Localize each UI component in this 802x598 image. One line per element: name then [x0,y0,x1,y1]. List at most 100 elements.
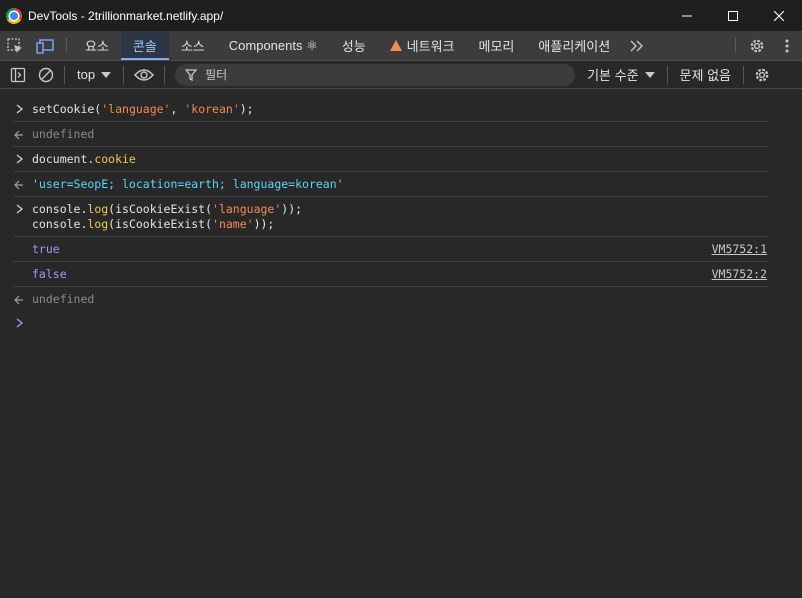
more-tabs-button[interactable] [622,31,652,60]
context-label: top [77,67,96,82]
context-selector[interactable]: top [69,67,119,82]
clear-console-button[interactable] [32,61,60,89]
maximize-icon [728,10,738,21]
issues-counter[interactable]: 문제 없음 [680,65,731,84]
toggle-sidebar-button[interactable] [4,61,32,89]
log-value: false [32,267,67,281]
return-arrow-icon [14,180,23,190]
maximize-button[interactable] [710,0,756,31]
dropdown-arrow-icon [644,71,655,78]
source-link[interactable]: VM5752:1 [712,242,767,257]
minimize-button[interactable] [664,0,710,31]
live-expression-button[interactable] [128,61,160,89]
result-value[interactable]: 'user=SeopE; location=earth; language=ko… [32,177,344,191]
console-settings-button[interactable] [748,61,776,89]
tab-network[interactable]: 네트워크 [378,31,467,60]
source-link[interactable]: VM5752:2 [712,267,767,282]
gear-icon [750,39,764,52]
tab-network-label: 네트워크 [406,39,455,54]
divider [64,65,65,84]
more-options-button[interactable] [772,31,802,60]
divider [123,65,125,84]
code-token: ); [239,102,254,116]
return-arrow-icon [14,130,23,140]
window-controls [664,0,802,31]
divider [735,38,736,53]
console-input-row: console.log(isCookieExist('language')); … [14,197,769,237]
code-token: console. [32,217,88,231]
prompt-chevron-icon [16,318,24,328]
code-string: 'korean' [184,102,240,116]
console-log-row: true VM5752:1 [14,237,769,262]
console-prompt-input[interactable] [14,311,802,331]
chevron-right-icon [16,104,24,114]
divider [666,65,668,84]
code-token: setCookie( [32,102,102,116]
console-result-row: undefined [14,287,769,311]
filter-placeholder: 필터 [205,68,228,82]
divider [66,38,67,53]
dropdown-arrow-icon [101,71,112,78]
result-value: undefined [32,292,95,306]
tab-components[interactable]: Components ⚛ [217,31,330,60]
console-log-row: false VM5752:2 [14,262,769,287]
settings-button[interactable] [742,31,772,60]
kebab-menu-icon [785,39,789,52]
code-string: 'language' [212,202,282,216]
tab-elements[interactable]: 요소 [73,31,121,60]
log-value: true [32,242,60,256]
tab-sources[interactable]: 소스 [169,31,217,60]
code-string: 'name' [212,217,254,231]
code-property: log [87,202,109,216]
clear-circle-icon [38,67,54,82]
filter-input[interactable]: 필터 [175,63,576,86]
chevron-right-icon [16,154,24,164]
eye-icon [134,68,155,81]
console-input-row: setCookie('language', 'korean'); [14,97,769,122]
code-string: 'language' [101,102,171,116]
code-line: console.log(isCookieExist('name')); [32,217,769,232]
tab-memory[interactable]: 메모리 [467,31,527,60]
log-level-dropdown[interactable]: 기본 수준 [587,65,655,84]
title-bar: DevTools - 2trillionmarket.netlify.app/ [0,0,802,31]
console-result-row: undefined [14,122,769,147]
device-toolbar-button[interactable] [30,31,60,60]
tab-application[interactable]: 애플리케이션 [526,31,622,60]
code-property: cookie [94,152,136,166]
code-token: console. [32,202,88,216]
chrome-logo-icon [6,7,22,24]
device-toggle-icon [36,38,54,54]
tab-console[interactable]: 콘솔 [120,31,169,60]
close-icon [774,10,784,21]
return-arrow-icon [14,295,23,305]
result-value: undefined [32,127,95,141]
filter-funnel-icon [185,68,198,81]
code-token: )); [253,217,275,231]
code-token: document. [32,152,95,166]
console-output: setCookie('language', 'korean'); undefin… [0,89,802,598]
divider [164,65,166,84]
log-level-label: 기본 수준 [587,68,639,83]
minimize-icon [682,15,692,16]
chevron-double-right-icon [630,40,644,51]
code-token: (isCookieExist( [108,217,213,231]
inspect-cursor-icon [7,37,22,53]
panel-tab-bar: 요소 콘솔 소스 Components ⚛ 성능 네트워크 메모리 애플리케이션 [0,31,802,61]
chevron-right-icon [16,204,24,214]
window-title: DevTools - 2trillionmarket.netlify.app/ [28,8,224,23]
inspect-element-button[interactable] [0,31,30,60]
warning-icon [389,40,402,51]
code-line: console.log(isCookieExist('language')); [32,202,769,217]
close-button[interactable] [756,0,802,31]
console-toolbar: top 필터 기본 수준 문제 없음 [0,61,802,89]
code-property: log [87,217,109,231]
console-result-row: 'user=SeopE; location=earth; language=ko… [14,172,769,197]
tab-performance[interactable]: 성능 [330,31,378,60]
code-token: , [170,102,185,116]
console-input-row: document.cookie [14,147,769,172]
code-token: )); [281,202,303,216]
gear-icon [755,68,769,81]
divider [742,65,744,84]
code-token: (isCookieExist( [108,202,213,216]
sidebar-icon [10,67,26,82]
